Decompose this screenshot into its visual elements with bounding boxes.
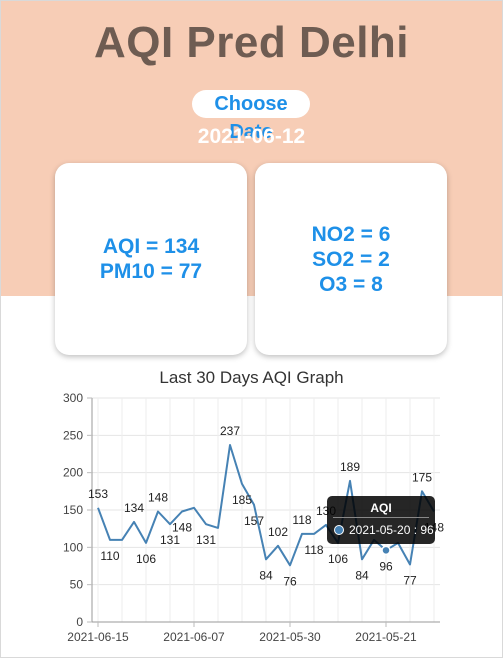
y-tick-label: 50 xyxy=(70,578,84,592)
o3-value: O3 = 8 xyxy=(319,272,383,296)
gases-card: NO2 = 6 SO2 = 2 O3 = 8 xyxy=(255,163,447,355)
data-label: 118 xyxy=(304,543,323,557)
hover-marker xyxy=(381,545,391,556)
hover-point xyxy=(381,545,391,556)
y-tick-label: 0 xyxy=(76,615,83,629)
chart-tooltip: AQI 2021-05-20 : 96 xyxy=(327,496,435,544)
data-label: 157 xyxy=(244,514,264,528)
data-label: 131 xyxy=(160,533,180,547)
data-label: 102 xyxy=(268,525,288,539)
data-label: 148 xyxy=(148,490,168,504)
y-tick-label: 200 xyxy=(63,466,83,480)
x-axis-ticks: 2021-06-15 2021-06-07 2021-05-30 2021-05-21 xyxy=(67,622,417,644)
selected-date: 2021-06-12 xyxy=(197,125,306,148)
no2-value: NO2 = 6 xyxy=(311,222,391,246)
pm10-value: PM10 = 77 xyxy=(99,260,203,283)
so2-value: SO2 = 2 xyxy=(312,247,390,271)
data-label: 84 xyxy=(259,568,273,582)
aqi-value: AQI = 134 xyxy=(102,235,200,258)
app-title: AQI Pred Delhi xyxy=(93,18,410,67)
data-label: 175 xyxy=(412,470,432,484)
data-label: 110 xyxy=(100,549,119,563)
data-label: 77 xyxy=(403,574,417,588)
data-label: 153 xyxy=(88,487,108,501)
data-label: 185 xyxy=(232,493,252,507)
data-label: 106 xyxy=(136,552,156,566)
data-label: 96 xyxy=(379,559,393,573)
data-label: 118 xyxy=(292,513,311,527)
data-label: 76 xyxy=(283,574,297,588)
aqi-card: AQI = 134 PM10 = 77 xyxy=(55,163,247,355)
data-label: 189 xyxy=(340,460,360,474)
data-label: 237 xyxy=(220,424,240,438)
y-tick-label: 250 xyxy=(63,428,83,442)
x-tick-label: 2021-06-07 xyxy=(163,630,225,644)
data-label: 106 xyxy=(328,552,348,566)
data-label: 131 xyxy=(196,533,216,547)
data-label: 134 xyxy=(124,501,144,515)
tooltip-row: 2021-05-20 : 96 xyxy=(327,518,435,537)
y-tick-label: 150 xyxy=(63,503,83,517)
x-tick-label: 2021-05-30 xyxy=(259,630,321,644)
x-tick-label: 2021-05-21 xyxy=(355,630,417,644)
data-label: 84 xyxy=(355,568,369,582)
tooltip-title: AQI xyxy=(333,496,429,518)
y-axis-ticks: 0 50 100 150 200 250 300 xyxy=(63,391,92,629)
tooltip-value: 2021-05-20 : 96 xyxy=(349,523,434,537)
series-color-icon xyxy=(334,525,344,535)
y-tick-label: 100 xyxy=(63,540,83,554)
y-tick-label: 300 xyxy=(63,391,83,405)
choose-date-button[interactable]: Choose Date xyxy=(192,90,310,143)
data-label: 148 xyxy=(172,520,192,534)
x-tick-label: 2021-06-15 xyxy=(67,630,129,644)
